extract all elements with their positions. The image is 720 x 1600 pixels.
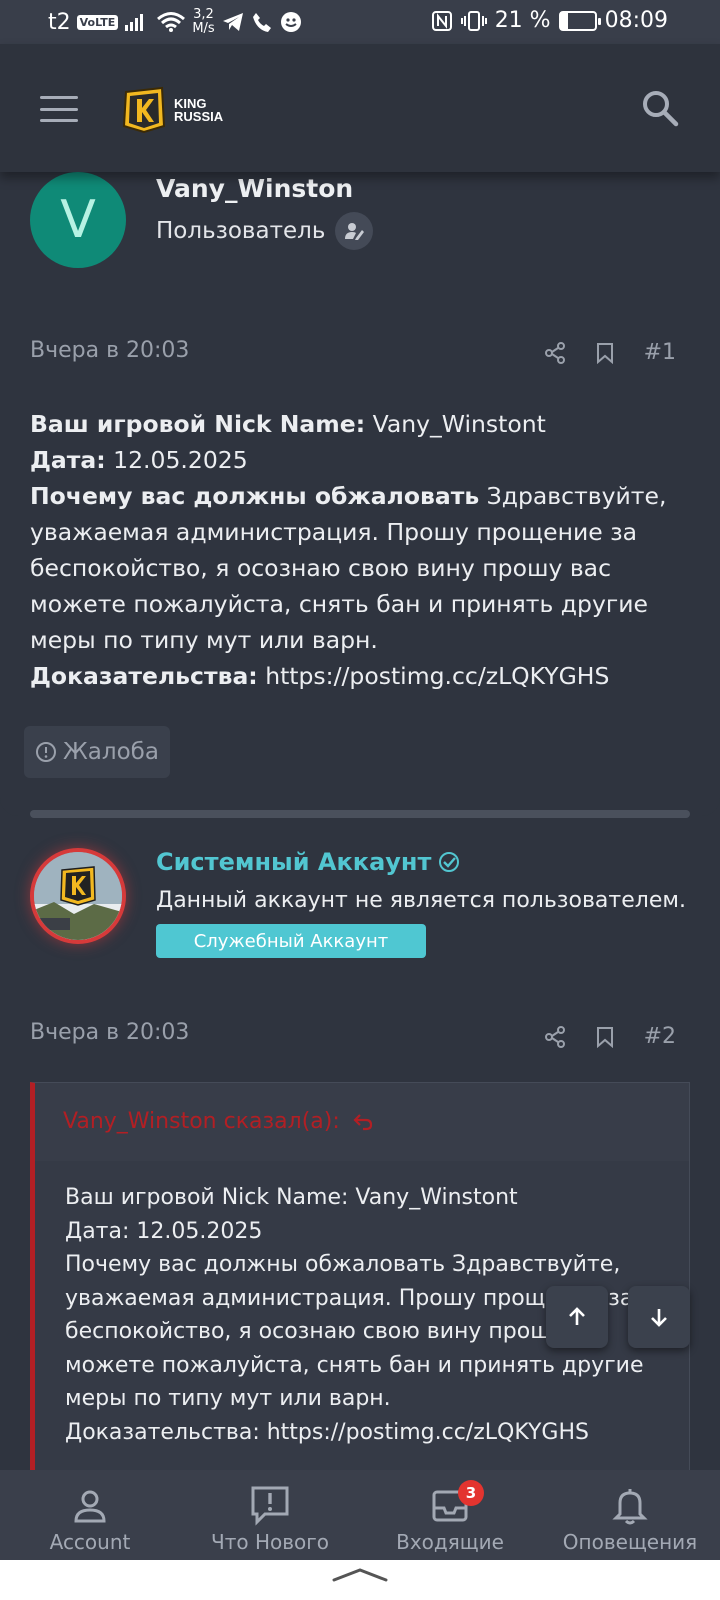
- quote-author-link[interactable]: Vany_Winston сказал(а):: [63, 1109, 374, 1134]
- messenger-icon: [280, 12, 301, 32]
- post-number[interactable]: #2: [644, 1024, 676, 1049]
- bottom-navigation: Account Что Нового 3 Входящие Оповещения: [0, 1470, 720, 1560]
- logo-text: KING RUSSIA: [174, 96, 224, 124]
- system-account-description: Данный аккаунт не является пользователем…: [156, 888, 686, 913]
- post-actions: #1: [544, 340, 676, 365]
- phone-icon: [252, 13, 271, 32]
- nav-account[interactable]: Account: [0, 1470, 180, 1560]
- king-russia-logo-icon: [122, 86, 166, 134]
- arrow-down-icon: [651, 1309, 667, 1327]
- menu-icon[interactable]: [40, 96, 78, 122]
- system-gesture-bar: [0, 1560, 720, 1600]
- post-message: Ваш игровой Nick Name: Vany_Winstont Дат…: [30, 410, 667, 690]
- post-date[interactable]: Вчера в 20:03: [30, 338, 189, 363]
- system-avatar[interactable]: [30, 848, 126, 944]
- report-button[interactable]: Жалоба: [24, 726, 170, 778]
- status-bar: t2 VoLTE 3,2 M/s 21 % 08:09: [0, 0, 720, 44]
- wifi-icon: [157, 12, 186, 32]
- quote-block: Vany_Winston сказал(а): Ваш игровой Nick…: [30, 1082, 690, 1482]
- search-icon[interactable]: [640, 88, 680, 128]
- post-date[interactable]: Вчера в 20:03: [30, 1020, 189, 1045]
- signal-icon: [125, 14, 144, 31]
- user-role-icon: [335, 212, 374, 250]
- quote-header: Vany_Winston сказал(а):: [35, 1083, 689, 1161]
- post-number[interactable]: #1: [644, 340, 676, 365]
- network-speed: 3,2 M/s: [192, 7, 215, 36]
- reply-arrow-icon: [353, 1113, 372, 1130]
- app-header: KING RUSSIA: [0, 44, 720, 172]
- avatar[interactable]: V: [30, 172, 126, 268]
- volte-icon: VoLTE: [76, 14, 119, 30]
- bookmark-icon[interactable]: [596, 342, 614, 364]
- evidence-link[interactable]: https://postimg.cc/zLQKYGHS: [265, 662, 609, 690]
- alert-circle-icon: [36, 742, 57, 762]
- user-title: Пользователь: [156, 212, 374, 250]
- service-account-badge: Служебный Аккаунт: [156, 924, 426, 958]
- share-icon[interactable]: [544, 1025, 566, 1048]
- post-author[interactable]: Vany_Winston: [156, 174, 353, 203]
- vibrate-icon: [460, 10, 487, 31]
- nav-whats-new[interactable]: Что Нового: [180, 1470, 360, 1560]
- share-icon[interactable]: [544, 341, 566, 364]
- bookmark-icon[interactable]: [596, 1026, 614, 1048]
- clock: 08:09: [604, 8, 668, 33]
- verified-icon: [439, 852, 460, 872]
- site-logo[interactable]: KING RUSSIA: [122, 86, 223, 134]
- nfc-icon: [431, 10, 452, 31]
- scroll-up-button[interactable]: [546, 1286, 608, 1348]
- post-actions: #2: [544, 1024, 676, 1049]
- system-account-name[interactable]: Системный Аккаунт: [156, 848, 461, 876]
- telegram-icon: [222, 13, 243, 31]
- scroll-down-button[interactable]: [628, 1286, 690, 1348]
- battery-percent: 21 %: [494, 8, 551, 33]
- post-divider: [30, 810, 690, 818]
- arrow-up-icon: [569, 1307, 585, 1325]
- chevron-up-icon[interactable]: [330, 1566, 390, 1586]
- inbox-badge: 3: [458, 1480, 484, 1506]
- post-1: V Vany_Winston Пользователь Вчера в 20:0…: [0, 172, 720, 816]
- bell-icon: [612, 1489, 648, 1525]
- carrier-label: t2: [48, 9, 71, 35]
- battery-icon: [558, 10, 601, 31]
- nav-notifications[interactable]: Оповещения: [540, 1470, 720, 1560]
- whats-new-icon: [251, 1486, 289, 1526]
- user-icon: [74, 1490, 106, 1523]
- nav-inbox[interactable]: 3 Входящие: [360, 1470, 540, 1560]
